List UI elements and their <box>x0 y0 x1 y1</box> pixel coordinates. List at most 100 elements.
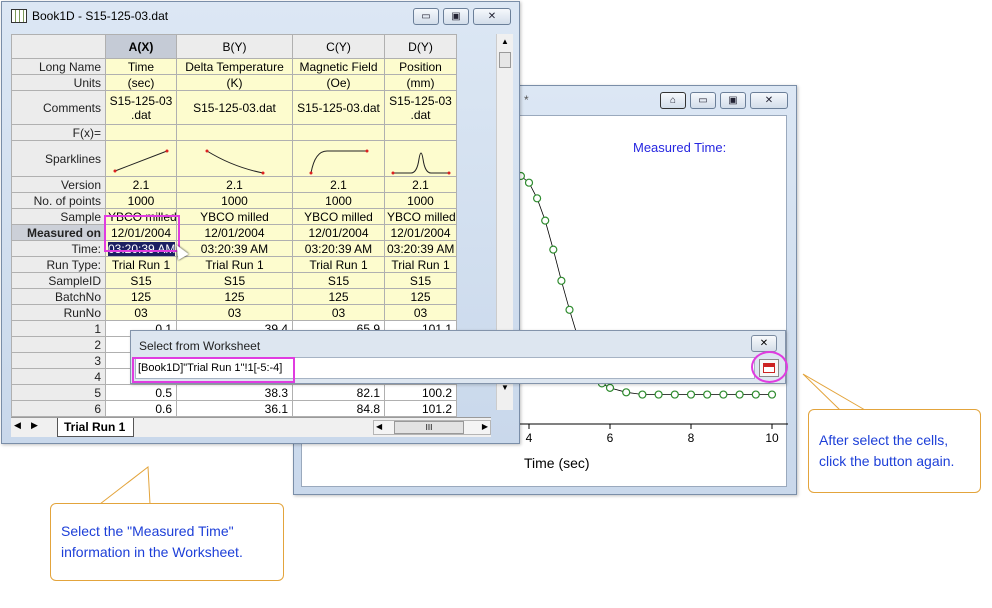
header-cell[interactable]: 1000 <box>176 192 293 209</box>
row-label[interactable]: Run Type: <box>11 256 106 273</box>
data-point[interactable] <box>524 178 534 187</box>
header-cell[interactable]: Trial Run 1 <box>176 256 293 273</box>
row-label[interactable]: Time: <box>11 240 106 257</box>
data-cell[interactable]: 38.3 <box>176 384 293 401</box>
header-cell[interactable]: 2.1 <box>292 176 385 193</box>
tab-trial-run-1[interactable]: Trial Run 1 <box>57 418 135 437</box>
row-label[interactable]: SampleID <box>11 272 106 289</box>
scroll-up-icon[interactable]: ▲ <box>501 37 509 46</box>
tab-prev-icon[interactable]: ◀ <box>14 420 21 431</box>
row-label[interactable]: Version <box>11 176 106 193</box>
header-cell[interactable]: 1000 <box>292 192 385 209</box>
header-cell[interactable]: 2.1 <box>105 176 177 193</box>
data-point[interactable] <box>565 305 574 314</box>
header-cell[interactable]: 12/01/2004 <box>292 224 385 241</box>
row-number[interactable]: 4 <box>11 368 106 385</box>
column-header[interactable]: B(Y) <box>176 34 293 59</box>
data-point[interactable] <box>654 390 663 399</box>
header-cell[interactable]: Trial Run 1 <box>292 256 385 273</box>
data-point[interactable] <box>557 276 566 285</box>
header-cell[interactable]: Trial Run 1 <box>384 256 457 273</box>
row-label[interactable]: No. of points <box>11 192 106 209</box>
sparkline-cell[interactable] <box>176 140 293 177</box>
header-cell[interactable]: (K) <box>176 74 293 91</box>
row-label[interactable]: F(x)= <box>11 124 106 141</box>
data-point[interactable] <box>622 388 631 397</box>
header-cell[interactable]: 125 <box>292 288 385 305</box>
tab-next-icon[interactable]: ▶ <box>31 420 38 431</box>
header-cell[interactable]: 125 <box>176 288 293 305</box>
header-cell[interactable]: S15 <box>384 272 457 289</box>
header-cell[interactable]: Trial Run 1 <box>105 256 177 273</box>
header-cell[interactable]: (mm) <box>384 74 457 91</box>
header-cell[interactable]: 1000 <box>105 192 177 209</box>
header-cell[interactable]: 2.1 <box>176 176 293 193</box>
close-button[interactable]: ✕ <box>473 8 511 25</box>
row-label[interactable]: Measured on <box>11 224 106 241</box>
data-point[interactable] <box>533 194 542 203</box>
data-point[interactable] <box>719 390 728 399</box>
data-cell[interactable]: 100.2 <box>384 384 457 401</box>
header-cell[interactable] <box>176 124 293 141</box>
row-number[interactable]: 5 <box>11 384 106 401</box>
data-point[interactable] <box>541 216 550 225</box>
header-cell[interactable]: 1000 <box>384 192 457 209</box>
header-cell[interactable]: Time <box>105 58 177 75</box>
hscroll-thumb[interactable]: III <box>394 421 464 434</box>
data-cell[interactable]: 0.6 <box>105 400 177 417</box>
header-cell[interactable]: S15-125-03 .dat <box>384 90 457 125</box>
data-point[interactable] <box>686 390 696 399</box>
header-cell[interactable]: 125 <box>105 288 177 305</box>
close-button[interactable]: ✕ <box>750 92 788 109</box>
header-cell[interactable]: S15-125-03 .dat <box>105 90 177 125</box>
header-cell[interactable]: S15-125-03.dat <box>176 90 293 125</box>
header-cell[interactable]: S15 <box>105 272 177 289</box>
data-cell[interactable]: 36.1 <box>176 400 293 417</box>
header-cell[interactable]: YBCO milled <box>176 208 293 225</box>
data-point[interactable] <box>703 390 712 399</box>
header-cell[interactable]: (sec) <box>105 74 177 91</box>
header-cell[interactable]: S15 <box>292 272 385 289</box>
header-cell[interactable] <box>292 124 385 141</box>
data-point[interactable] <box>767 390 777 399</box>
home-button[interactable]: ⌂ <box>660 92 686 109</box>
data-cell[interactable]: 101.2 <box>384 400 457 417</box>
header-cell[interactable]: 03 <box>176 304 293 321</box>
scroll-down-icon[interactable]: ▼ <box>501 383 509 392</box>
header-cell[interactable]: S15-125-03.dat <box>292 90 385 125</box>
minimize-button[interactable]: ▭ <box>413 8 439 25</box>
header-cell[interactable]: YBCO milled <box>384 208 457 225</box>
header-cell[interactable]: 2.1 <box>384 176 457 193</box>
header-cell[interactable]: Delta Temperature <box>176 58 293 75</box>
header-cell[interactable]: 12/01/2004 <box>176 224 293 241</box>
header-cell[interactable]: YBCO milled <box>292 208 385 225</box>
data-point[interactable] <box>549 245 558 254</box>
column-header[interactable]: C(Y) <box>292 34 385 59</box>
column-header[interactable]: D(Y) <box>384 34 457 59</box>
header-cell[interactable]: S15 <box>176 272 293 289</box>
row-label[interactable]: Sample <box>11 208 106 225</box>
data-point[interactable] <box>670 390 679 399</box>
header-cell[interactable]: 03:20:39 AM <box>384 240 457 257</box>
scroll-left-icon[interactable]: ◀ <box>376 422 382 431</box>
row-number[interactable]: 2 <box>11 336 106 353</box>
row-label[interactable]: Sparklines <box>11 140 106 177</box>
data-point[interactable] <box>638 390 647 399</box>
header-cell[interactable] <box>105 124 177 141</box>
header-cell[interactable]: 03:20:39 AM <box>292 240 385 257</box>
maximize-button[interactable]: ▣ <box>443 8 469 25</box>
header-cell[interactable]: 125 <box>384 288 457 305</box>
scroll-thumb[interactable] <box>499 52 511 68</box>
workbook-titlebar[interactable]: Book1D - S15-125-03.dat ▭ ▣ ✕ <box>2 2 519 30</box>
scroll-right-icon[interactable]: ▶ <box>482 422 488 431</box>
dialog-close-button[interactable]: ✕ <box>751 335 777 352</box>
header-cell[interactable]: (Oe) <box>292 74 385 91</box>
row-label[interactable]: Comments <box>11 90 106 125</box>
header-cell[interactable]: 03 <box>384 304 457 321</box>
sparkline-cell[interactable] <box>384 140 457 177</box>
header-cell[interactable]: 03 <box>292 304 385 321</box>
row-label[interactable]: Units <box>11 74 106 91</box>
horizontal-scrollbar[interactable]: ◀ III ▶ <box>373 420 491 435</box>
row-label[interactable]: RunNo <box>11 304 106 321</box>
sparkline-cell[interactable] <box>105 140 177 177</box>
